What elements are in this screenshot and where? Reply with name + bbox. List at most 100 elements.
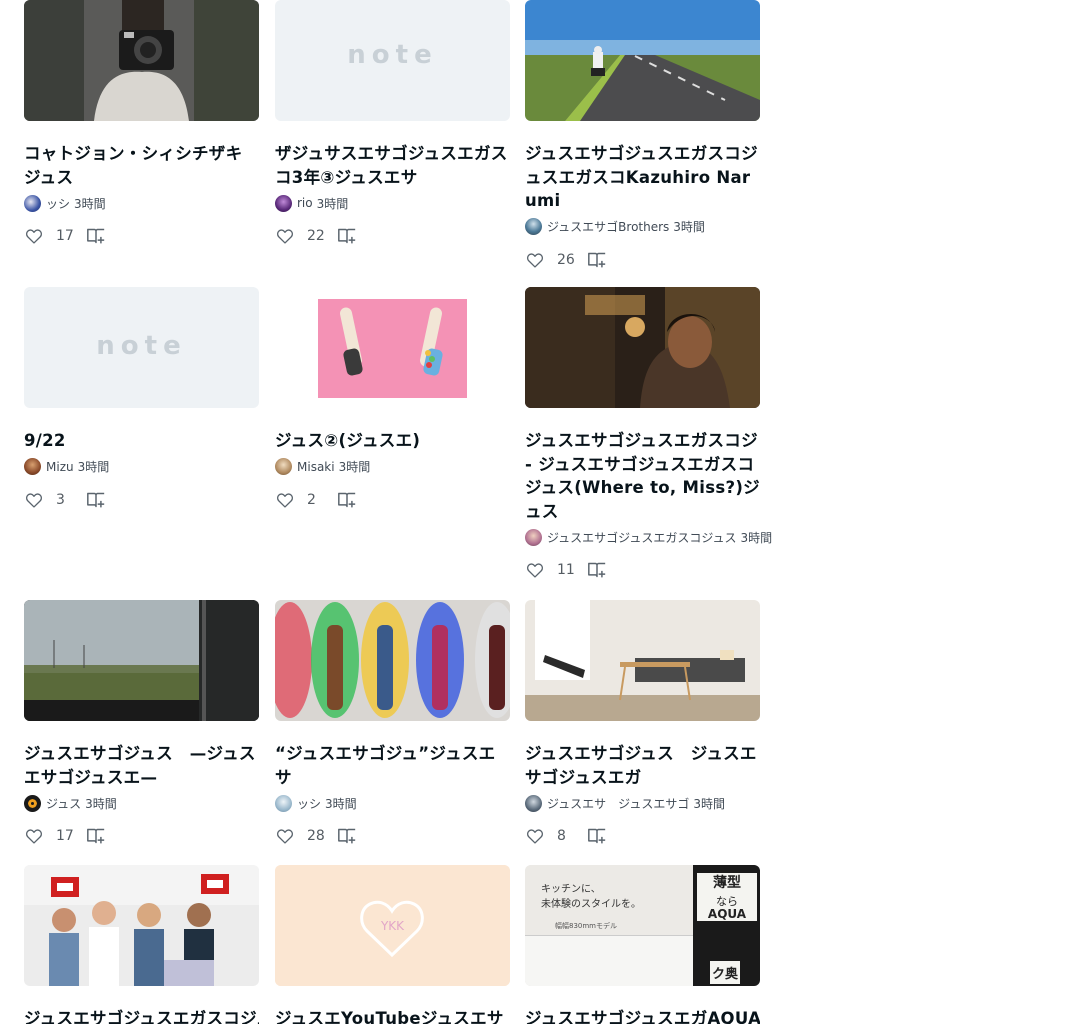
author-avatar[interactable] (24, 794, 41, 812)
add-to-magazine-icon[interactable] (587, 250, 607, 270)
note-card[interactable]: “ジュスエサゴジュ”ジュスエサ ッシ 3時間 28 (275, 600, 510, 848)
thumbnail-image[interactable]: YKK (275, 865, 510, 986)
like-heart-icon[interactable] (275, 490, 295, 510)
note-title[interactable]: ジュスエサゴジュス —ジュスエサゴジュスエ— (24, 742, 259, 789)
add-to-magazine-icon[interactable] (86, 226, 106, 246)
note-title[interactable]: 9/22 (24, 429, 259, 453)
add-to-magazine-icon[interactable] (337, 490, 357, 510)
author-avatar[interactable] (525, 528, 542, 546)
author-row: ジュスエサゴBrothers 3時間 (525, 217, 760, 237)
author-avatar[interactable] (525, 218, 542, 235)
post-time: 3時間 (77, 460, 110, 474)
note-card[interactable]: YKK ジュスエYouTubeジュスエサ (275, 865, 510, 1024)
toothbrush-image (275, 287, 510, 408)
author-avatar[interactable] (275, 458, 292, 475)
note-card[interactable]: コャトジョン・シィシチザキジュス ッシ 3時間 17 (24, 0, 259, 248)
like-heart-icon[interactable] (24, 490, 44, 510)
like-heart-icon[interactable] (275, 226, 295, 246)
post-time: 3時間 (673, 220, 705, 234)
thumbnail-image[interactable] (525, 600, 760, 721)
author-name[interactable]: ジュスエサゴジュスエガスコジュス (547, 529, 736, 546)
like-heart-icon[interactable] (525, 826, 545, 846)
note-card[interactable]: note 9/22 Mizu 3時間 3 (24, 287, 259, 512)
like-heart-icon[interactable] (525, 250, 545, 270)
fridge-panels (525, 935, 695, 986)
author-name[interactable]: Mizu (46, 460, 74, 474)
thumbnail-image[interactable] (24, 600, 259, 721)
add-to-magazine-icon[interactable] (86, 826, 106, 846)
thumbnail-image[interactable] (525, 0, 760, 121)
thumbnail-image[interactable]: キッチンに、 未体験のスタイルを。 幅幅830mmモデル 薄型 なら AQUA … (525, 865, 760, 986)
note-card[interactable]: ジュスエサゴジュスエガスコジュスエガスコKazuhiro Narumi ジュスエ… (525, 0, 760, 272)
author-avatar[interactable] (24, 194, 41, 212)
like-heart-icon[interactable] (24, 826, 44, 846)
note-title[interactable]: ジュス②(ジュスエ) (275, 429, 510, 453)
author-avatar[interactable] (275, 194, 292, 212)
aqua-sign-text: ク奥 (710, 961, 741, 984)
note-title[interactable]: ジュスエYouTubeジュスエサ (275, 1007, 510, 1024)
note-card[interactable]: ジュスエサゴジュスエガスコジュスエガスコジュスエ (24, 865, 259, 1024)
author-name[interactable]: ジュスエサゴBrothers (547, 218, 669, 235)
author-name[interactable]: Misaki (297, 460, 335, 474)
note-title[interactable]: “ジュスエサゴジュ”ジュスエサ (275, 742, 510, 789)
note-title[interactable]: コャトジョン・シィシチザキジュス (24, 142, 259, 189)
add-to-magazine-icon[interactable] (86, 490, 106, 510)
note-title[interactable]: ジュスエサゴジュスエガスコジュスエガスコKazuhiro Narumi (525, 142, 760, 213)
note-card[interactable]: キッチンに、 未体験のスタイルを。 幅幅830mmモデル 薄型 なら AQUA … (525, 865, 760, 1024)
ad-text-small: 幅幅830mmモデル (555, 922, 617, 930)
note-card[interactable]: note ザジュサスエサゴジュスエガスコ3年③ジュスエサ rio 3時間 22 (275, 0, 510, 248)
thumbnail-image[interactable] (275, 287, 510, 408)
note-logo: note (347, 40, 438, 70)
thumbnail-image[interactable] (275, 600, 510, 721)
thumbnail-placeholder[interactable]: note (275, 0, 510, 121)
ad-text-line1: キッチンに、 (541, 884, 601, 895)
thumbnail-image[interactable] (24, 865, 259, 986)
post-time: 3時間 (316, 196, 349, 211)
like-count: 28 (307, 828, 325, 844)
note-logo: note (96, 331, 187, 361)
card-actions: 17 (24, 824, 259, 848)
camera-portrait-image (24, 0, 259, 121)
add-to-magazine-icon[interactable] (337, 826, 357, 846)
post-time: 3時間 (740, 530, 773, 545)
note-card[interactable]: ジュス②(ジュスエ) Misaki 3時間 2 (275, 287, 510, 512)
note-card[interactable]: ジュスエサゴジュス ジュスエサゴジュスエガ ジュスエサ ジュスエサゴ 3時間 8 (525, 600, 760, 848)
author-avatar[interactable] (275, 794, 292, 812)
like-count: 3 (56, 491, 65, 508)
like-heart-icon[interactable] (24, 226, 44, 246)
note-card[interactable]: ジュスエサゴジュスエガスコジ - ジュスエサゴジュスエガスコジュス(Where … (525, 287, 772, 582)
post-time: 3時間 (85, 796, 117, 811)
road-motorcycle-image (525, 0, 760, 121)
like-count: 2 (307, 491, 316, 508)
thumbnail-image[interactable] (24, 0, 259, 121)
card-actions: 28 (275, 824, 510, 848)
people-aura-image (275, 600, 510, 721)
like-heart-icon[interactable] (525, 560, 545, 580)
like-count: 26 (557, 251, 575, 268)
note-title[interactable]: ジュスエサゴジュス ジュスエサゴジュスエガ (525, 742, 760, 789)
card-actions: 11 (525, 558, 760, 582)
author-row: ジュス 3時間 (24, 793, 259, 813)
note-title[interactable]: ジュスエサゴジュスエガスコジュスエガスコジュスエ (24, 1007, 259, 1024)
note-title[interactable]: ジュスエサゴジュスエガAQUAジュスエサ (525, 1007, 760, 1024)
like-heart-icon[interactable] (275, 826, 295, 846)
author-avatar[interactable] (525, 794, 542, 812)
add-to-magazine-icon[interactable] (587, 826, 607, 846)
thumbnail-placeholder[interactable]: note (24, 287, 259, 408)
post-time: 3時間 (325, 796, 357, 811)
author-avatar[interactable] (24, 458, 41, 475)
author-name[interactable]: rio (297, 196, 313, 210)
note-card[interactable]: ジュスエサゴジュス —ジュスエサゴジュスエ— ジュス 3時間 17 (24, 600, 259, 848)
author-name[interactable]: ッシ (297, 795, 321, 812)
like-count: 17 (56, 828, 74, 844)
note-title[interactable]: ザジュサスエサゴジュスエガスコ3年③ジュスエサ (275, 142, 510, 189)
ad-text-line2: 未体験のスタイルを。 (541, 899, 641, 910)
like-count: 8 (557, 828, 566, 844)
note-title[interactable]: ジュスエサゴジュスエガスコジ - ジュスエサゴジュスエガスコジュス(Where … (525, 429, 760, 523)
add-to-magazine-icon[interactable] (337, 226, 357, 246)
author-name[interactable]: ジュスエサ ジュスエサゴ (547, 795, 689, 812)
author-name[interactable]: ッシ (46, 195, 70, 212)
thumbnail-image[interactable] (525, 287, 760, 408)
author-name[interactable]: ジュス (46, 795, 81, 812)
add-to-magazine-icon[interactable] (587, 560, 607, 580)
